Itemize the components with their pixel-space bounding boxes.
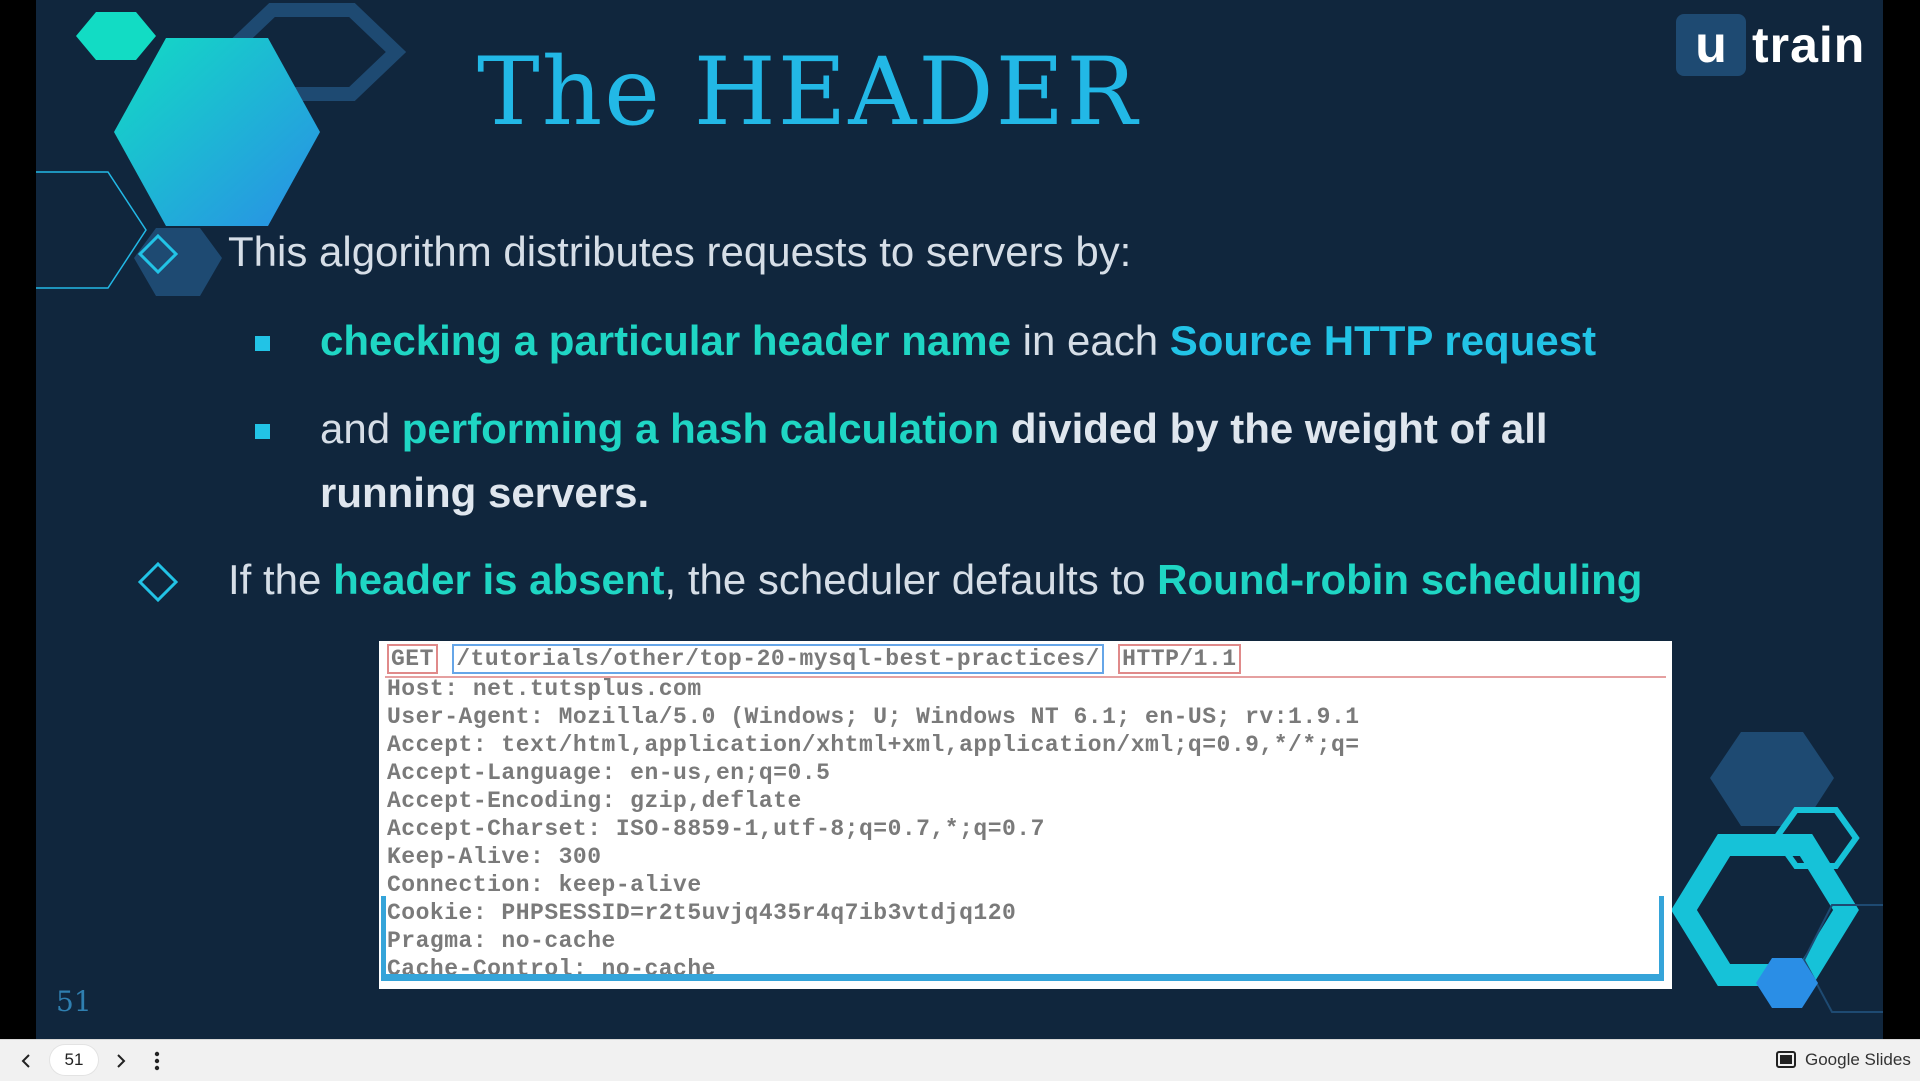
bullet-2-highlight: performing a hash calculation xyxy=(401,405,1000,452)
point-2-mid: , the scheduler defaults to xyxy=(664,556,1158,603)
point-2: If the header is absent, the scheduler d… xyxy=(228,556,1642,604)
hexagon-shape xyxy=(114,38,320,226)
http-request-image: GET /tutorials/other/top-20-mysql-best-p… xyxy=(379,641,1672,989)
point-2-highlight: header is absent xyxy=(333,556,665,603)
header-line: Connection: keep-alive xyxy=(387,872,702,898)
google-slides-link[interactable]: Google Slides xyxy=(1805,1050,1911,1070)
point-2-lead: If the xyxy=(228,556,334,603)
header-line: Keep-Alive: 300 xyxy=(387,844,602,870)
header-line: Accept-Language: en-us,en;q=0.5 xyxy=(387,760,831,786)
google-slides-icon xyxy=(1776,1051,1796,1068)
next-slide-button[interactable] xyxy=(108,1048,134,1074)
hexagon-shape xyxy=(1671,834,1859,986)
bullet-1: checking a particular header name in eac… xyxy=(320,317,1596,365)
presentation-toolbar: 51 Google Slides xyxy=(0,1039,1920,1081)
utrain-logo: u train xyxy=(1676,14,1865,76)
request-version: HTTP/1.1 xyxy=(1118,644,1241,674)
chevron-right-icon xyxy=(117,1054,126,1068)
request-method: GET xyxy=(387,644,438,674)
slide: The HEADER u train This algorithm distri… xyxy=(36,0,1883,1039)
bullet-2-continuation: running servers. xyxy=(320,469,650,516)
bullet-1-mid: in each xyxy=(1010,317,1170,364)
request-path: /tutorials/other/top-20-mysql-best-pract… xyxy=(452,644,1104,674)
request-line: GET /tutorials/other/top-20-mysql-best-p… xyxy=(387,644,1241,674)
bullet-1-highlight-2: Source HTTP request xyxy=(1169,317,1597,364)
hexagon-shape xyxy=(36,171,147,289)
logo-u: u xyxy=(1676,14,1746,76)
bullet-2-strong: divided by the weight of all xyxy=(999,405,1548,452)
point-2-highlight-2: Round-robin scheduling xyxy=(1157,556,1643,603)
highlight-frame xyxy=(381,896,1664,981)
diamond-bullet-icon xyxy=(138,562,178,602)
more-vertical-icon xyxy=(154,1051,160,1071)
square-bullet-icon xyxy=(255,424,270,439)
bullet-2: and performing a hash calculation divide… xyxy=(320,405,1548,453)
bullet-1-highlight: checking a particular header name xyxy=(320,317,1011,364)
slide-title: The HEADER xyxy=(477,38,1139,147)
header-line: Accept-Charset: ISO-8859-1,utf-8;q=0.7,*… xyxy=(387,816,1045,842)
previous-slide-button[interactable] xyxy=(13,1048,39,1074)
chevron-left-icon xyxy=(21,1054,30,1068)
header-line: User-Agent: Mozilla/5.0 (Windows; U; Win… xyxy=(387,704,1360,730)
header-line: Accept-Encoding: gzip,deflate xyxy=(387,788,802,814)
intro-text: This algorithm distributes requests to s… xyxy=(228,228,1132,275)
header-line: Host: net.tutsplus.com xyxy=(387,676,702,702)
logo-train: train xyxy=(1752,17,1866,73)
more-options-button[interactable] xyxy=(144,1048,170,1074)
bullet-2-lead: and xyxy=(320,405,402,452)
diamond-bullet-icon xyxy=(138,234,178,274)
square-bullet-icon xyxy=(255,336,270,351)
current-page-input[interactable]: 51 xyxy=(50,1045,98,1075)
slide-page-number: 51 xyxy=(56,985,92,1018)
header-line: Accept: text/html,application/xhtml+xml,… xyxy=(387,732,1360,758)
hexagon-shape xyxy=(76,12,156,60)
